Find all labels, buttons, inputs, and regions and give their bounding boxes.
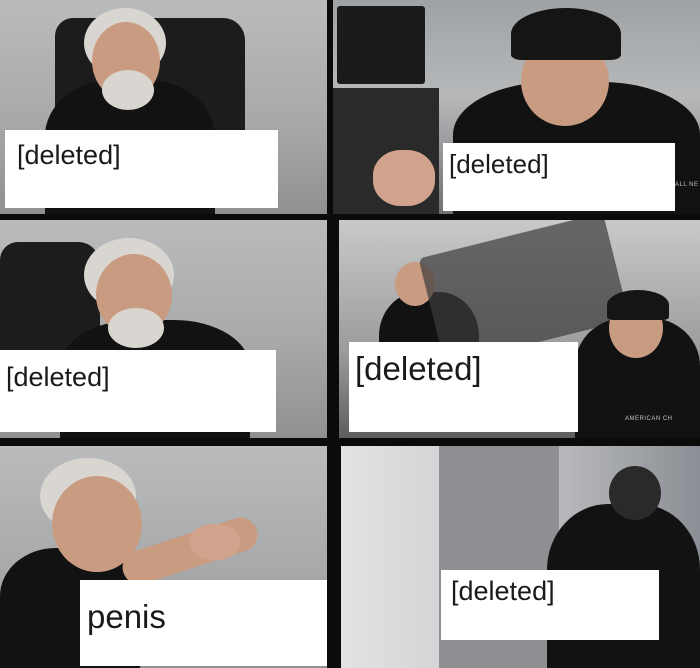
panel-2-cap	[511, 8, 621, 60]
panel-2-microwave	[337, 6, 425, 84]
panel-4-watermark: AMERICAN CH	[625, 416, 673, 422]
panel-1: [deleted]	[0, 0, 327, 214]
meme-image: [deleted] [deleted] ALL NE [deleted] [de…	[0, 0, 700, 668]
panel-4: [deleted] AMERICAN CH	[339, 220, 700, 438]
panel-3-caption: [deleted]	[0, 350, 276, 432]
panel-5-pointing-hand	[190, 524, 240, 560]
panel-6-person-head	[609, 466, 661, 520]
panel-6: [deleted]	[341, 446, 700, 668]
panel-2-fist	[373, 150, 435, 206]
panel-5: penis	[0, 446, 327, 668]
panel-2-caption: [deleted]	[443, 143, 675, 211]
panel-1-caption: [deleted]	[5, 130, 278, 208]
panel-1-person-beard	[102, 70, 154, 110]
panel-3-person-beard	[108, 308, 164, 348]
panel-4-caption: [deleted]	[349, 342, 578, 432]
panel-6-caption: [deleted]	[441, 570, 659, 640]
panel-5-caption: penis	[80, 580, 327, 666]
panel-2-watermark: ALL NE	[675, 182, 699, 188]
panel-4-cap	[607, 290, 669, 320]
panel-3: [deleted]	[0, 220, 327, 438]
panel-2: [deleted] ALL NE	[333, 0, 700, 214]
